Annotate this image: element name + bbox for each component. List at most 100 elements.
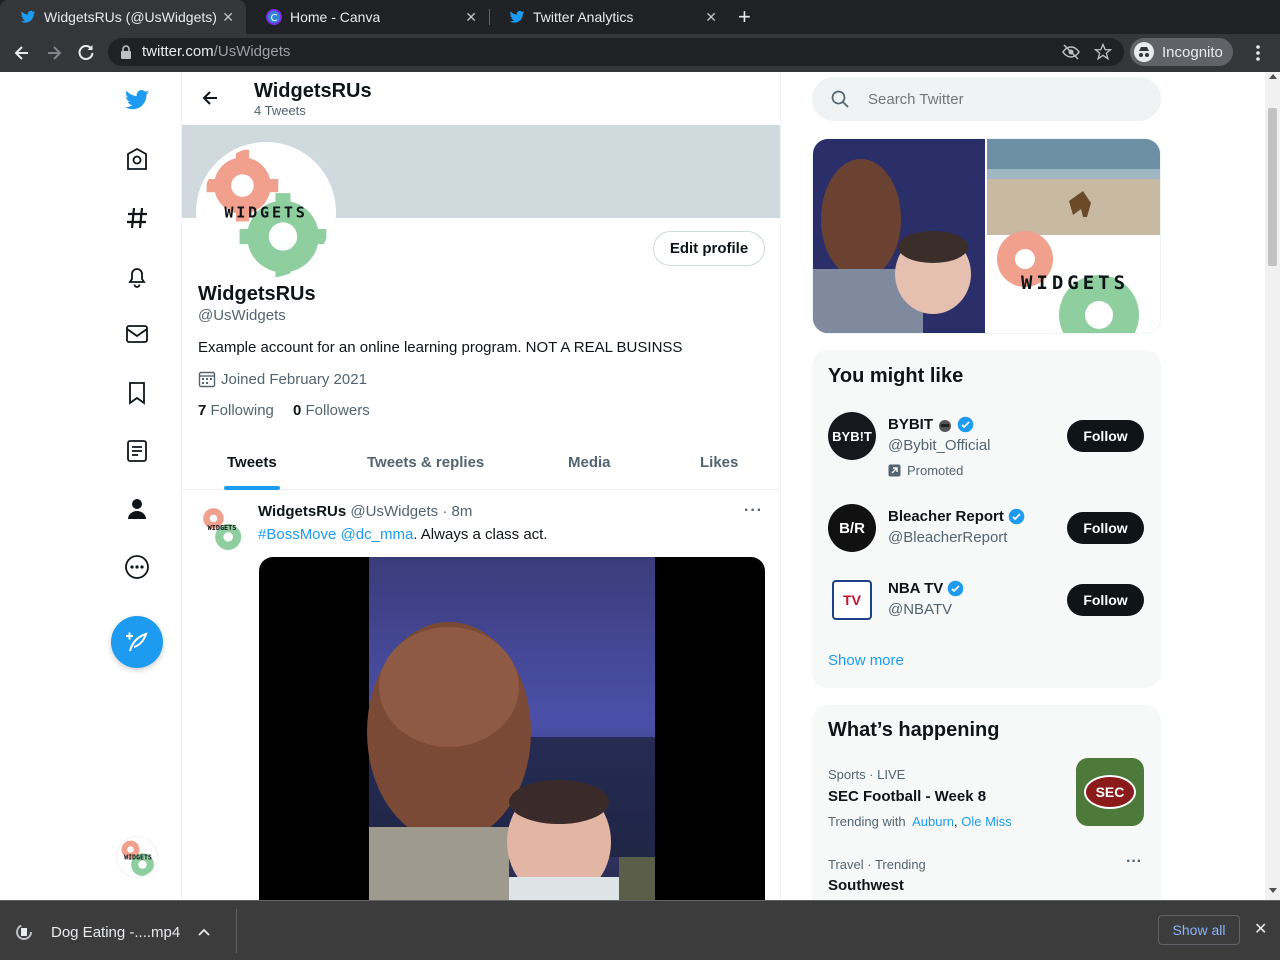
page-scrollbar[interactable]	[1265, 72, 1280, 900]
suggestion-nba-tv[interactable]: TV NBA TV @NBATV Follow	[812, 574, 1161, 634]
header-name: WidgetsRUs	[254, 80, 372, 102]
notifications-bell-icon[interactable]	[122, 261, 152, 291]
promoted-arrow-icon	[888, 464, 901, 477]
trend-more-icon[interactable]: ···	[1126, 853, 1142, 871]
reload-icon[interactable]	[76, 43, 96, 63]
account-avatar[interactable]: WIDGETS	[116, 836, 158, 878]
close-tab-icon[interactable]: ✕	[705, 10, 717, 24]
kebab-menu-icon[interactable]	[1250, 43, 1266, 63]
whats-happening-title: What’s happening	[828, 719, 1000, 741]
hashtag-link[interactable]: #BossMove	[258, 526, 336, 543]
you-might-like-title: You might like	[828, 365, 964, 387]
trend-image[interactable]: SEC	[1076, 758, 1144, 826]
explore-hashtag-icon[interactable]	[122, 203, 152, 233]
svg-text:C: C	[271, 13, 278, 24]
tweet-author-avatar[interactable]: WIDGETS	[198, 504, 246, 552]
bybit-avatar: BYB!T	[828, 412, 876, 460]
sec-logo: SEC	[1084, 775, 1136, 809]
following-link[interactable]: 7 Following	[198, 402, 274, 419]
tab-tweets[interactable]: Tweets	[224, 442, 280, 490]
tab-title: WidgetsRUs (@UsWidgets) / Twitter	[44, 9, 220, 25]
nba-tv-avatar: TV	[832, 580, 872, 620]
tweet-author-handle[interactable]: @UsWidgets	[350, 503, 438, 520]
tweet-author-name[interactable]: WidgetsRUs	[258, 503, 346, 520]
mention-link[interactable]: @dc_mma	[341, 526, 414, 543]
trend-title: Southwest	[828, 877, 904, 894]
tab-likes[interactable]: Likes	[700, 442, 738, 490]
file-loading-icon	[14, 922, 34, 942]
show-more-link[interactable]: Show more	[828, 652, 904, 669]
tab-twitter-analytics[interactable]: Twitter Analytics ✕	[489, 0, 729, 34]
new-tab-plus-icon[interactable]: +	[738, 6, 751, 28]
trend-context: Sports · LIVE	[828, 767, 906, 782]
forward-arrow-icon[interactable]	[44, 43, 64, 63]
tab-media[interactable]: Media	[568, 442, 611, 490]
twitter-page: WIDGETS WidgetsRUs 4 Tweets WIDGETS Edit…	[0, 72, 1280, 900]
lock-icon	[120, 45, 132, 59]
profile-bio: Example account for an online learning p…	[198, 339, 683, 356]
svg-text:WIDGETS: WIDGETS	[124, 854, 152, 862]
more-circle-icon[interactable]	[122, 552, 152, 582]
messages-envelope-icon[interactable]	[122, 319, 152, 349]
scrollbar-thumb[interactable]	[1268, 108, 1277, 266]
edit-profile-button[interactable]: Edit profile	[653, 231, 765, 266]
svg-text:WIDGETS: WIDGETS	[208, 524, 237, 532]
promoted-label: Promoted	[888, 463, 963, 478]
twitter-bird-icon	[20, 9, 36, 25]
you-might-like-card: You might like BYB!T BYBIT @Bybit_Offici…	[812, 350, 1161, 688]
robot-emoji-icon	[937, 417, 953, 433]
trend-item[interactable]: Travel · Trending Southwest ···	[812, 853, 1161, 900]
incognito-badge[interactable]: Incognito	[1130, 38, 1233, 66]
tab-tweets-replies[interactable]: Tweets & replies	[367, 442, 484, 490]
follow-button-nba-tv[interactable]: Follow	[1067, 584, 1144, 616]
search-input[interactable]	[868, 90, 1128, 108]
home-icon[interactable]	[122, 144, 152, 174]
scroll-down-arrow-icon[interactable]	[1269, 888, 1277, 893]
profile-person-icon[interactable]	[122, 494, 152, 524]
show-all-button[interactable]: Show all	[1158, 915, 1240, 945]
tweet-video[interactable]	[259, 557, 765, 900]
address-bar[interactable]: twitter.com/UsWidgets	[108, 38, 1124, 66]
tweet-time[interactable]: · 8m	[442, 503, 472, 520]
trend-link-auburn[interactable]: Auburn	[912, 814, 954, 829]
bleacher-report-avatar: B/R	[828, 504, 876, 552]
followers-link[interactable]: 0 Followers	[293, 402, 370, 419]
follow-button-bybit[interactable]: Follow	[1067, 420, 1144, 452]
trend-trending-with: Trending with Auburn, Ole Miss	[828, 814, 1012, 829]
trend-link-ole-miss[interactable]: Ole Miss	[961, 814, 1012, 829]
tab-canva[interactable]: C Home - Canva ✕	[246, 0, 489, 34]
tweet-more-icon[interactable]: ···	[744, 502, 763, 520]
close-download-bar-icon[interactable]: ✕	[1254, 919, 1267, 939]
tab-widgetsrus[interactable]: WidgetsRUs (@UsWidgets) / Twitter ✕	[0, 0, 246, 34]
header-tweet-count: 4 Tweets	[254, 103, 306, 118]
profile-avatar[interactable]: WIDGETS	[196, 142, 336, 282]
compose-tweet-button[interactable]	[111, 616, 163, 668]
twitter-logo-icon[interactable]	[122, 85, 152, 115]
close-tab-icon[interactable]: ✕	[222, 10, 234, 24]
profile-handle: @UsWidgets	[198, 307, 286, 324]
download-item[interactable]: Dog Eating -....mp4	[14, 919, 234, 945]
suggestion-bybit[interactable]: BYB!T BYBIT @Bybit_Official Promoted Fol…	[812, 410, 1161, 482]
eye-off-icon[interactable]	[1062, 44, 1080, 60]
lists-icon[interactable]	[122, 436, 152, 466]
search-box[interactable]	[812, 77, 1161, 121]
whats-happening-card: What’s happening Sports · LIVE SEC Footb…	[812, 705, 1161, 900]
bookmarks-icon[interactable]	[122, 378, 152, 408]
joined-text: Joined February 2021	[221, 370, 367, 388]
incognito-label: Incognito	[1162, 43, 1223, 61]
close-tab-icon[interactable]: ✕	[465, 10, 477, 24]
scroll-up-arrow-icon[interactable]	[1269, 74, 1277, 79]
search-icon	[831, 90, 849, 108]
follow-button-bleacher-report[interactable]: Follow	[1067, 512, 1144, 544]
suggestion-bleacher-report[interactable]: B/R Bleacher Report @BleacherReport Foll…	[812, 502, 1161, 562]
tweet-text: #BossMove @dc_mma. Always a class act.	[258, 526, 548, 543]
trend-item[interactable]: Sports · LIVE SEC Football - Week 8 Tren…	[812, 758, 1161, 843]
star-bookmark-icon[interactable]	[1094, 43, 1112, 61]
media-grid[interactable]: WIDGETS	[812, 138, 1161, 334]
browser-toolbar: twitter.com/UsWidgets Incognito	[0, 34, 1280, 72]
back-arrow-icon[interactable]	[12, 43, 32, 63]
verified-badge-icon	[947, 580, 964, 597]
incognito-icon	[1134, 42, 1154, 62]
chevron-up-icon[interactable]	[198, 928, 210, 936]
back-arrow-icon[interactable]	[200, 88, 220, 108]
